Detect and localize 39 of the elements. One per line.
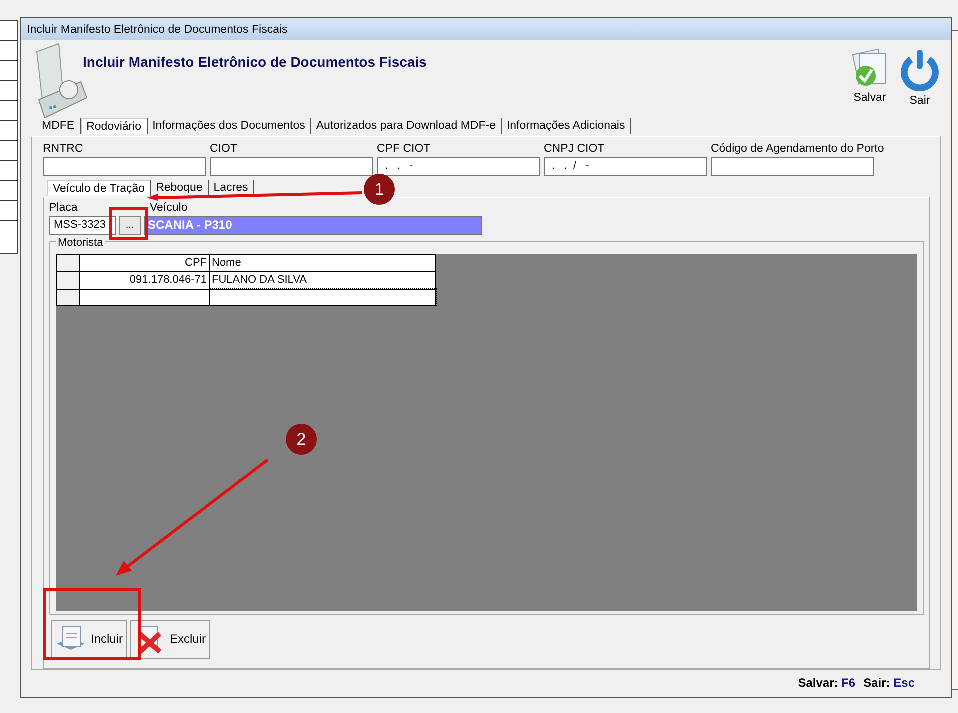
add-button[interactable]: Incluir [51,620,128,659]
shortcut-label: Salvar: [798,676,838,690]
input-field[interactable]: . . / - [544,156,707,176]
table-cell: 091.178.046-71 [80,272,210,290]
field-label: Veículo [150,202,188,216]
power-icon [898,48,942,93]
tab[interactable]: Veículo de Tração [47,180,152,196]
form-title: Incluir Manifesto Eletrônico de Documentos Fiscais [83,53,427,72]
delete-button[interactable]: Excluir [130,620,210,659]
shortcut-label: Sair: [864,676,890,690]
table-cell: FULANO DA SILVA [210,272,436,290]
input-field[interactable] [43,156,206,176]
row-indicator [56,272,80,290]
column-header: Nome [210,254,436,272]
input-field[interactable] [210,156,373,176]
tab[interactable]: Rodoviário [80,118,148,134]
tab[interactable]: Informações Adicionais [502,118,632,134]
field-label: RNTRC [43,142,84,157]
field-label: Placa [49,202,79,216]
tab[interactable]: Informações dos Documentos [148,118,312,134]
field-label: CPF CIOT [377,142,432,157]
row-indicator [56,254,80,272]
field-label: CIOT [210,142,238,157]
tab[interactable]: Lacres [208,180,254,196]
field-label: Código de Agendamento do Porto [711,142,884,157]
lookup-button[interactable]: ... [119,216,141,235]
input-field[interactable] [711,156,874,176]
window-title: Incluir Manifesto Eletrônico de Documentos Fiscais [21,18,951,40]
exit-button[interactable]: Sair [897,48,943,110]
row-indicator [56,289,80,306]
plate-field[interactable]: MSS-3323 [49,216,116,235]
highlight-frame [110,208,148,240]
input-field[interactable]: . . - [377,156,540,176]
column-header: CPF [80,254,210,272]
shortcut-key: Esc [894,676,915,690]
shortcut-key: F6 [842,676,856,690]
tab[interactable]: Autorizados para Download MDF-e [311,118,502,134]
field-label: CNPJ CIOT [544,142,606,157]
save-button[interactable]: Salvar [847,48,893,110]
